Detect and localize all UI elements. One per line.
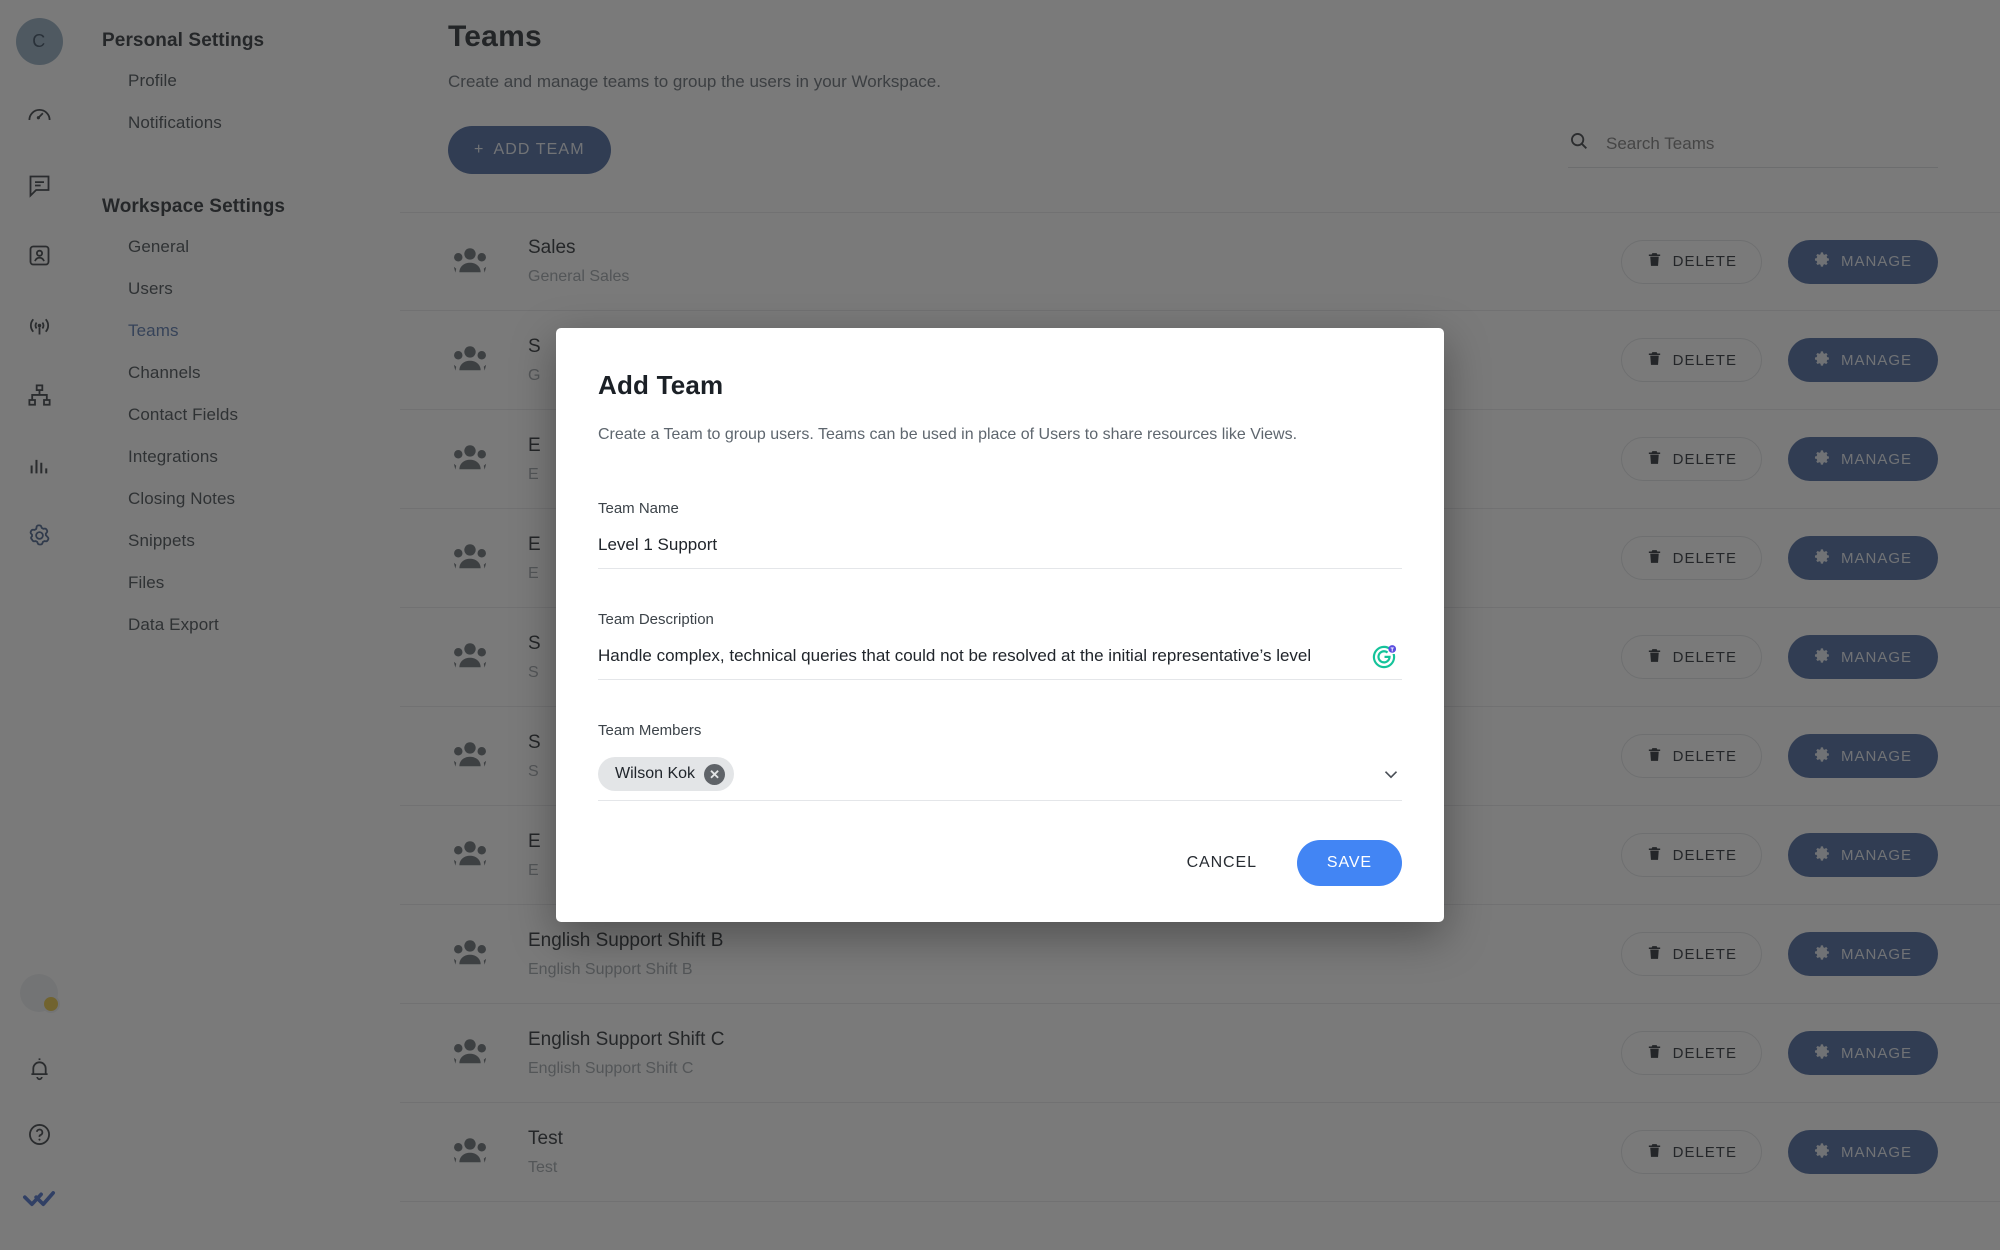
team-description-input[interactable]: Handle complex, technical queries that c… — [598, 646, 1402, 680]
add-team-dialog: Add Team Create a Team to group users. T… — [556, 328, 1444, 922]
team-members-label: Team Members — [598, 722, 702, 739]
chevron-down-icon[interactable] — [1380, 763, 1402, 785]
app-root: C — [0, 0, 2000, 1250]
remove-member-icon[interactable]: ✕ — [704, 763, 726, 785]
team-members-field: Team Members Wilson Kok ✕ — [598, 722, 1402, 801]
team-members-select[interactable]: Wilson Kok ✕ — [598, 757, 1402, 801]
member-chip[interactable]: Wilson Kok ✕ — [598, 757, 735, 791]
dialog-title: Add Team — [598, 370, 724, 400]
dialog-subtitle: Create a Team to group users. Teams can … — [598, 426, 1298, 443]
team-name-field: Team Name Level 1 Support — [598, 500, 1402, 569]
team-description-field: Team Description Handle complex, technic… — [598, 611, 1402, 680]
team-description-label: Team Description — [598, 611, 714, 628]
save-button[interactable]: SAVE — [1296, 840, 1402, 886]
cancel-button[interactable]: CANCEL — [1173, 844, 1271, 882]
grammarly-icon[interactable] — [1370, 643, 1398, 671]
dialog-actions: CANCEL SAVE — [1173, 840, 1402, 886]
team-name-input[interactable]: Level 1 Support — [598, 535, 1402, 569]
team-name-label: Team Name — [598, 500, 679, 517]
member-chip-label: Wilson Kok — [615, 765, 696, 782]
